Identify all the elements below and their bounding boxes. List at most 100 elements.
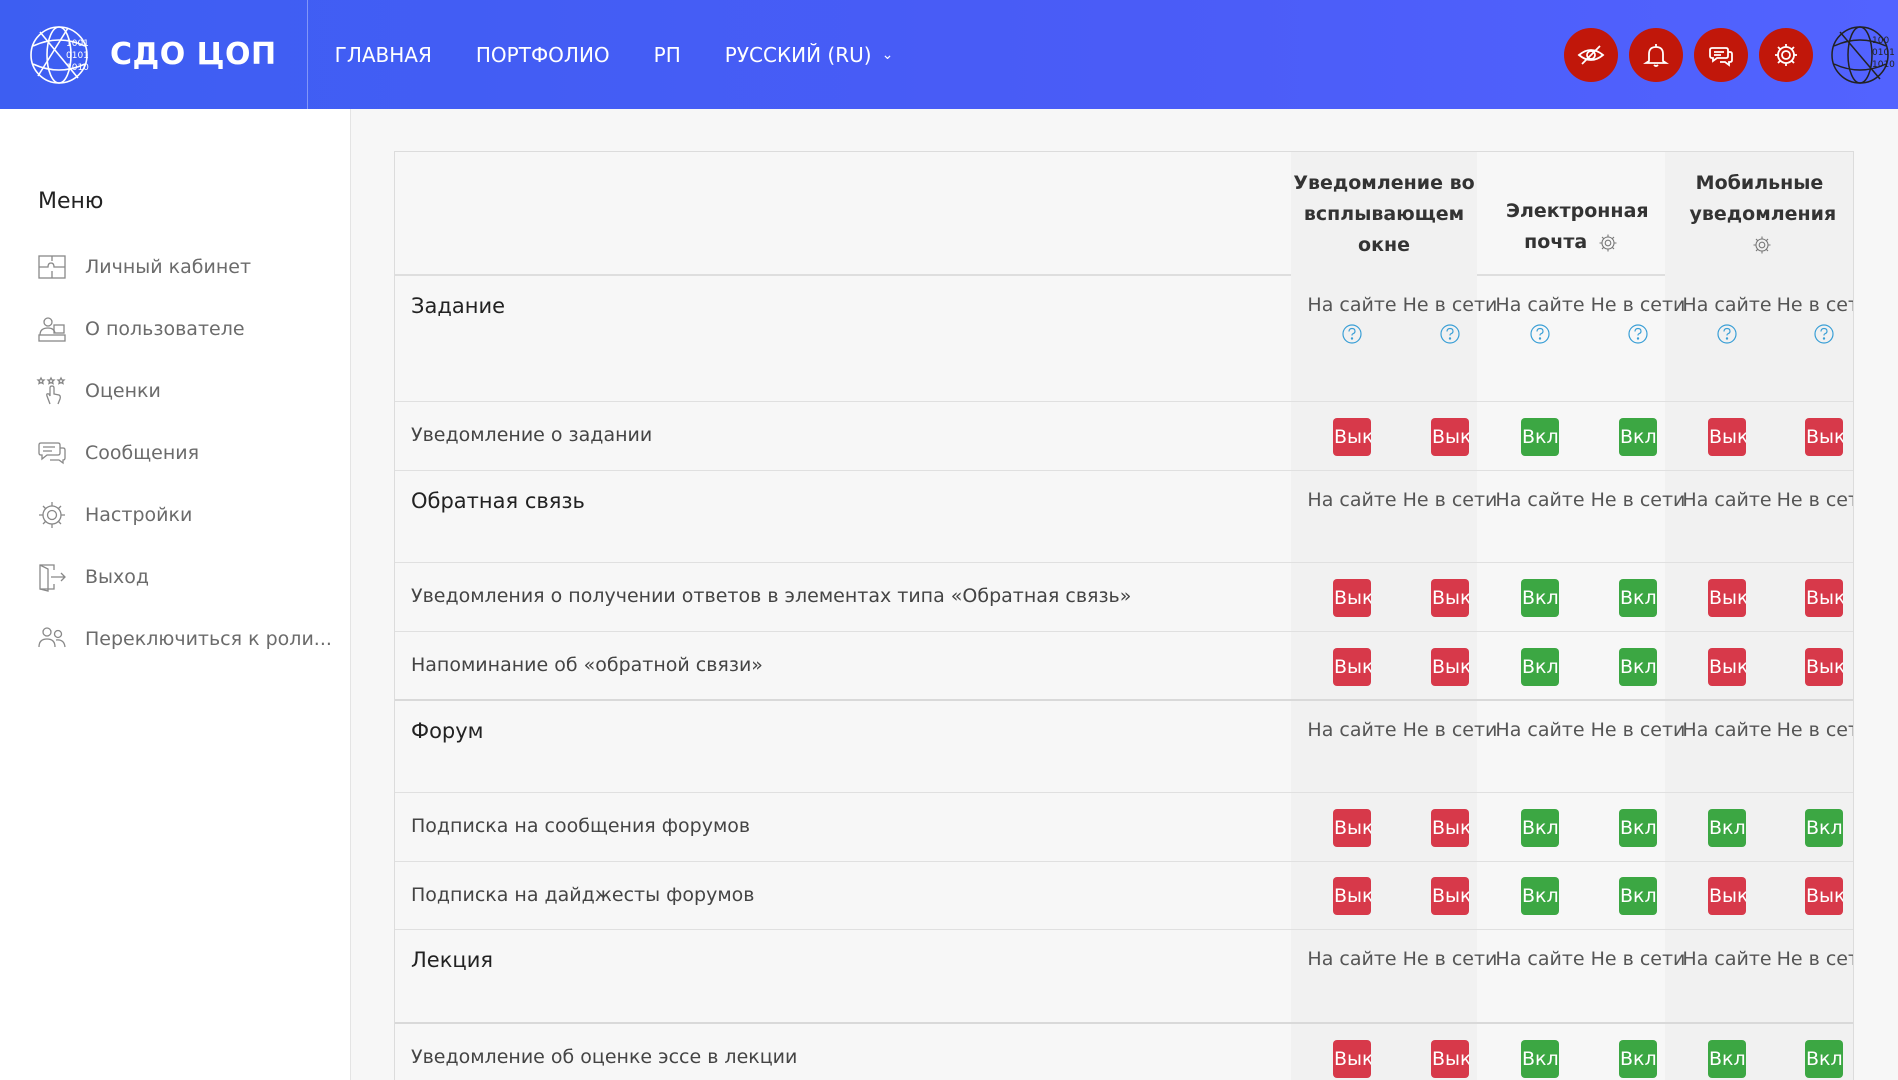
brand-logo-icon: 1001 0101 1010 <box>30 25 89 84</box>
table-row: Подписка на сообщения форумов Выкл. Выкл. В… <box>395 793 1853 862</box>
puzzle-icon <box>38 255 66 279</box>
toggle-off-button[interactable]: Выкл. <box>1708 877 1746 915</box>
messages-button[interactable] <box>1694 27 1748 82</box>
top-navbar: 1001 0101 1010 СДО ЦОП ГЛАВНАЯ ПОРТФОЛИО… <box>0 0 1898 109</box>
toggle-off-button[interactable]: Выкл. <box>1333 877 1371 915</box>
toggle-on-button[interactable]: Вкл. <box>1619 647 1657 686</box>
online-label: На сайте <box>1495 489 1585 511</box>
toggle-off-button[interactable]: Выкл. <box>1805 647 1843 686</box>
email-settings-gear-icon[interactable] <box>1598 233 1618 253</box>
notifications-button[interactable] <box>1629 27 1683 82</box>
online-label: На сайте <box>1307 489 1397 511</box>
nav-rp[interactable]: РП <box>654 43 681 67</box>
toggle-on-button[interactable]: Вкл. <box>1619 578 1657 617</box>
toggle-on-button[interactable]: Вкл. <box>1619 417 1657 456</box>
toggle-on-button[interactable]: Вкл. <box>1805 808 1843 847</box>
toggle-off-button[interactable]: Выкл. <box>1333 647 1371 686</box>
language-dropdown[interactable]: РУССКИЙ (RU) ⌄ <box>725 43 894 67</box>
toggle-off-button[interactable]: Выкл. <box>1708 647 1746 686</box>
toggle-off-button[interactable]: Выкл. <box>1333 1039 1371 1078</box>
sidebar-item-dashboard[interactable]: Личный кабинет <box>36 250 336 284</box>
offline-label: Не в сети <box>1402 948 1498 970</box>
toggle-on-button[interactable]: Вкл. <box>1805 1039 1843 1078</box>
nav-home[interactable]: ГЛАВНАЯ <box>335 43 432 67</box>
item-title: Уведомление об оценке эссе в лекции <box>411 1046 798 1068</box>
mobile-settings-gear-icon[interactable] <box>1752 235 1772 255</box>
toggle-on-button[interactable]: Вкл. <box>1708 1039 1746 1078</box>
offline-label: Не в сети <box>1400 290 1500 345</box>
column-popup: Уведомление во всплывающем окне <box>1293 171 1475 256</box>
toggle-on-button[interactable]: Вкл. <box>1521 578 1559 617</box>
toggle-on-button[interactable]: Вкл. <box>1521 647 1559 686</box>
toggle-off-button[interactable]: Выкл. <box>1805 417 1843 456</box>
toggle-off-button[interactable]: Выкл. <box>1431 808 1469 847</box>
accessibility-button[interactable] <box>1564 27 1618 82</box>
header-actions: 100 0101 1010 <box>1564 0 1898 109</box>
toggle-on-button[interactable]: Вкл. <box>1521 417 1559 456</box>
brand-name: СДО ЦОП <box>110 37 277 72</box>
online-label: На сайте <box>1495 719 1585 741</box>
column-mobile: Мобильные уведомления <box>1665 152 1853 276</box>
users-icon <box>38 627 66 648</box>
brand[interactable]: 1001 0101 1010 СДО ЦОП <box>28 0 308 109</box>
toggle-on-button[interactable]: Вкл. <box>1521 1039 1559 1078</box>
table-row: Уведомления о получении ответов в элемен… <box>395 563 1853 632</box>
item-title: Подписка на сообщения форумов <box>411 815 751 837</box>
section-title: Форум <box>411 719 484 743</box>
help-question-icon[interactable] <box>1813 323 1835 345</box>
toggle-off-button[interactable]: Выкл. <box>1333 417 1371 456</box>
toggle-on-button[interactable]: Вкл. <box>1708 808 1746 847</box>
table-row: Уведомление об оценке эссе в лекции Выкл.… <box>395 1024 1853 1080</box>
toggle-off-button[interactable]: Выкл. <box>1431 877 1469 915</box>
toggle-off-button[interactable]: Выкл. <box>1805 877 1843 915</box>
notification-preferences-table: Уведомление во всплывающем окне Электрон… <box>394 151 1854 1080</box>
toggle-on-button[interactable]: Вкл. <box>1619 808 1657 847</box>
help-question-icon[interactable] <box>1716 323 1738 345</box>
offline-label: Не в сети <box>1402 719 1498 741</box>
offline-label: Не в сети <box>1590 719 1686 741</box>
chat-bubbles-icon <box>38 442 66 465</box>
gear-icon <box>39 502 65 528</box>
toggle-off-button[interactable]: Выкл. <box>1431 647 1469 686</box>
svg-text:0101: 0101 <box>66 51 89 61</box>
sidebar-item-logout[interactable]: Выход <box>36 560 336 594</box>
offline-label: Не в сети <box>1588 290 1688 345</box>
toggle-on-button[interactable]: Вкл. <box>1619 1039 1657 1078</box>
gear-icon <box>1775 43 1797 66</box>
bell-icon <box>1643 43 1669 67</box>
nav-portfolio[interactable]: ПОРТФОЛИО <box>476 43 610 67</box>
section-title: Лекция <box>411 948 493 972</box>
section-row: Обратная связь На сайте Не в сети На сайте Н… <box>395 471 1853 563</box>
sidebar-item-settings[interactable]: Настройки <box>36 498 336 532</box>
toggle-on-button[interactable]: Вкл. <box>1521 808 1559 847</box>
table-row: Уведомление о задании Выкл. Выкл. Вкл. Вкл. В… <box>395 402 1853 471</box>
help-question-icon[interactable] <box>1529 323 1551 345</box>
toggle-off-button[interactable]: Выкл. <box>1431 1039 1469 1078</box>
toggle-off-button[interactable]: Выкл. <box>1431 578 1469 617</box>
help-question-icon[interactable] <box>1439 323 1461 345</box>
sidebar-item-switch-role[interactable]: Переключиться к роли... <box>36 622 336 656</box>
item-title: Уведомление о задании <box>411 424 653 446</box>
online-label: На сайте <box>1677 290 1777 345</box>
toggle-off-button[interactable]: Выкл. <box>1333 578 1371 617</box>
sidebar-item-grades[interactable]: Оценки <box>36 374 336 408</box>
table-row: Напоминание об «обратной связи» Выкл. Выкл… <box>395 632 1853 701</box>
help-question-icon[interactable] <box>1627 323 1649 345</box>
sidebar-item-profile[interactable]: О пользователе <box>36 312 336 346</box>
sidebar-item-messages[interactable]: Сообщения <box>36 436 336 470</box>
settings-button[interactable] <box>1759 27 1813 82</box>
online-label: На сайте <box>1682 489 1772 511</box>
toggle-on-button[interactable]: Вкл. <box>1619 877 1657 915</box>
toggle-on-button[interactable]: Вкл. <box>1521 877 1559 915</box>
avatar[interactable]: 100 0101 1010 <box>1826 19 1898 91</box>
toggle-off-button[interactable]: Выкл. <box>1431 417 1469 456</box>
svg-text:1010: 1010 <box>1872 60 1895 70</box>
toggle-off-button[interactable]: Выкл. <box>1708 417 1746 456</box>
toggle-off-button[interactable]: Выкл. <box>1333 808 1371 847</box>
toggle-off-button[interactable]: Выкл. <box>1805 578 1843 617</box>
online-label: На сайте <box>1307 948 1397 970</box>
logout-icon <box>39 564 66 592</box>
toggle-off-button[interactable]: Выкл. <box>1708 578 1746 617</box>
help-question-icon[interactable] <box>1341 323 1363 345</box>
online-label: На сайте <box>1682 948 1772 970</box>
